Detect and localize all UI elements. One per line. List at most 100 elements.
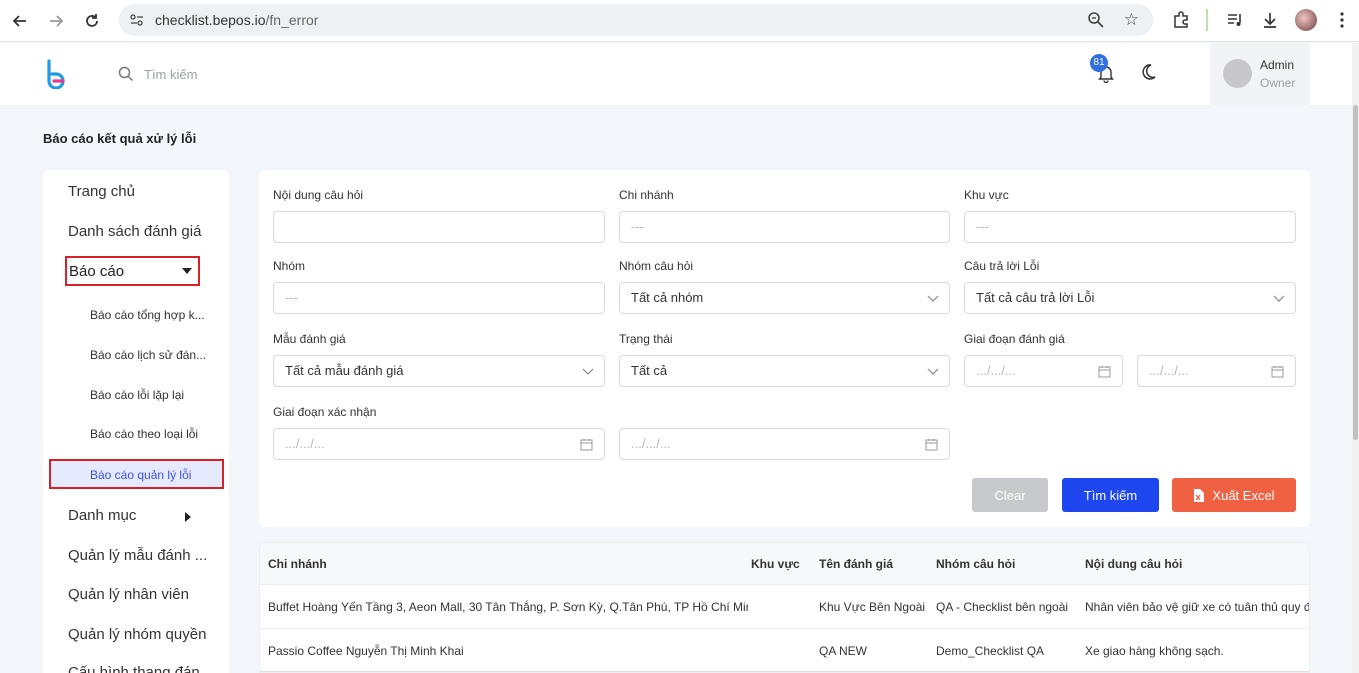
table-cell: Demo_Checklist QA <box>936 644 1045 658</box>
date-placeholder: .../.../... <box>1149 363 1189 378</box>
template-select[interactable]: Tất cả mẫu đánh giá <box>273 355 605 387</box>
extensions-icon[interactable] <box>1170 9 1192 31</box>
chevron-down-icon <box>927 295 939 302</box>
toolbar-divider <box>1206 9 1208 31</box>
caret-right-icon <box>185 512 191 522</box>
error-answer-label: Câu trả lời Lỗi <box>964 259 1040 273</box>
question-group-label: Nhóm câu hỏi <box>619 259 694 273</box>
table-cell: Buffet Hoàng Yến Tầng 3, Aeon Mall, 30 T… <box>268 600 748 614</box>
table-cell: Passio Coffee Nguyễn Thị Minh Khai <box>268 644 464 658</box>
confirm-period-label: Giai đoạn xác nhận <box>273 405 377 419</box>
excel-file-icon <box>1194 488 1205 502</box>
date-placeholder: .../.../... <box>976 363 1016 378</box>
sidebar-item-template-management[interactable]: Quản lý mẫu đánh ... <box>68 547 207 564</box>
date-placeholder: .../.../... <box>285 436 325 451</box>
confirm-period-from-input[interactable]: .../.../... <box>273 428 605 460</box>
template-value: Tất cả mẫu đánh giá <box>285 363 404 378</box>
column-header-question-group[interactable]: Nhóm câu hỏi <box>936 557 1015 571</box>
profile-avatar[interactable] <box>1295 9 1317 31</box>
sidebar-item-home[interactable]: Trang chủ <box>68 183 135 200</box>
avatar <box>1223 59 1252 88</box>
error-answer-value: Tất cả câu trả lời Lỗi <box>976 290 1095 305</box>
table-header: Chi nhánh Khu vực Tên đánh giá Nhóm câu … <box>260 543 1309 585</box>
filter-panel: Nội dung câu hỏi Chi nhánh --- Khu vực -… <box>259 170 1310 527</box>
dark-mode-moon-icon[interactable] <box>1138 62 1158 82</box>
question-content-input[interactable] <box>273 211 605 243</box>
column-header-area[interactable]: Khu vực <box>751 557 800 571</box>
status-label: Trạng thái <box>619 332 673 346</box>
notification-badge: 81 <box>1090 54 1108 72</box>
column-header-evaluation-name[interactable]: Tên đánh giá <box>819 557 893 571</box>
reload-icon[interactable] <box>80 9 104 33</box>
table-cell: QA NEW <box>819 644 868 658</box>
search-input[interactable] <box>144 64 344 84</box>
sidebar-subitem-error-type-report[interactable]: Báo cáo theo loại lỗi <box>90 427 198 441</box>
forward-icon[interactable] <box>44 9 68 33</box>
download-icon[interactable] <box>1259 9 1281 31</box>
calendar-icon <box>580 439 593 451</box>
table-cell: Khu Vực Bên Ngoài <box>819 600 926 614</box>
status-value: Tất cả <box>631 363 668 378</box>
zoom-icon[interactable] <box>1087 11 1105 29</box>
sidebar-subitem-history-report[interactable]: Báo cáo lịch sử đán... <box>90 348 206 362</box>
eval-period-from-input[interactable]: .../.../... <box>964 355 1123 387</box>
page-scrollbar[interactable] <box>1352 43 1359 673</box>
sidebar-item-evaluations[interactable]: Danh sách đánh giá <box>68 223 201 240</box>
branch-input[interactable]: --- <box>619 211 950 243</box>
calendar-icon <box>1098 366 1111 378</box>
table-cell: Nhân viên bảo vệ giữ xe có tuân thủ quy … <box>1085 600 1309 614</box>
app-header: 81 Admin Owner <box>0 43 1359 105</box>
user-role: Owner <box>1260 76 1296 90</box>
status-select[interactable]: Tất cả <box>619 355 950 387</box>
media-control-icon[interactable] <box>1224 9 1246 31</box>
question-group-value: Tất cả nhóm <box>631 290 704 305</box>
table-row[interactable]: Buffet Hoàng Yến Tầng 3, Aeon Mall, 30 T… <box>260 585 1309 629</box>
table-row[interactable]: Passio Coffee Nguyễn Thị Minh Khai QA NE… <box>260 629 1309 672</box>
sidebar-item-staff-management[interactable]: Quản lý nhân viên <box>68 586 189 603</box>
scrollbar-thumb[interactable] <box>1353 105 1358 440</box>
sidebar-subitem-repeat-errors-report[interactable]: Báo cáo lỗi lặp lại <box>90 388 184 402</box>
bookmark-star-icon[interactable]: ☆ <box>1124 10 1139 30</box>
address-bar[interactable]: checklist.bepos.io/fn_error ☆ <box>119 4 1153 36</box>
page-title: Báo cáo kết quả xử lý lỗi <box>43 131 197 146</box>
branch-label: Chi nhánh <box>619 188 674 202</box>
area-label: Khu vực <box>964 188 1009 202</box>
browser-toolbar: checklist.bepos.io/fn_error ☆ <box>0 0 1359 42</box>
user-menu[interactable]: Admin Owner <box>1210 43 1310 105</box>
sidebar-item-reports[interactable]: Báo cáo <box>65 256 200 286</box>
sidebar-item-role-management[interactable]: Quản lý nhóm quyền <box>68 626 206 643</box>
caret-down-icon <box>182 268 192 274</box>
calendar-icon <box>1271 366 1284 378</box>
back-icon[interactable] <box>8 9 32 33</box>
table-cell: Xe giao hàng không sạch. <box>1085 644 1224 658</box>
calendar-icon <box>925 439 938 451</box>
date-placeholder: .../.../... <box>631 436 671 451</box>
sidebar-item-label: Báo cáo <box>69 263 125 280</box>
bepos-logo[interactable] <box>44 59 70 89</box>
column-header-question-content[interactable]: Nội dung câu hỏi <box>1085 557 1182 571</box>
user-name: Admin <box>1260 58 1295 72</box>
chevron-down-icon <box>927 368 939 375</box>
url-text: checklist.bepos.io/fn_error <box>155 12 319 28</box>
question-group-select[interactable]: Tất cả nhóm <box>619 282 950 314</box>
sidebar-item-scale-config[interactable]: Cấu hình thang đán... <box>68 664 212 673</box>
sidebar-subitem-summary-report[interactable]: Báo cáo tổng hợp k... <box>90 308 205 322</box>
sidebar-item-categories[interactable]: Danh mục <box>68 507 136 524</box>
sidebar: Trang chủ Danh sách đánh giá Báo cáo Báo… <box>43 170 229 673</box>
area-input[interactable]: --- <box>964 211 1296 243</box>
eval-period-to-input[interactable]: .../.../... <box>1137 355 1296 387</box>
menu-kebab-icon[interactable] <box>1331 9 1353 31</box>
error-answer-select[interactable]: Tất cả câu trả lời Lỗi <box>964 282 1296 314</box>
export-excel-button[interactable]: Xuất Excel <box>1172 478 1296 512</box>
eval-period-label: Giai đoạn đánh giá <box>964 332 1065 346</box>
column-header-branch[interactable]: Chi nhánh <box>268 557 327 571</box>
confirm-period-to-input[interactable]: .../.../... <box>619 428 950 460</box>
search-button[interactable]: Tìm kiếm <box>1062 478 1159 512</box>
sidebar-subitem-label: Báo cáo quản lý lỗi <box>90 468 192 482</box>
clear-button[interactable]: Clear <box>972 478 1048 512</box>
search-icon <box>118 66 134 82</box>
site-settings-icon[interactable] <box>129 12 145 28</box>
group-input[interactable]: --- <box>273 282 605 314</box>
chevron-down-icon <box>582 368 594 375</box>
sidebar-subitem-error-management-report[interactable]: Báo cáo quản lý lỗi <box>49 459 224 489</box>
